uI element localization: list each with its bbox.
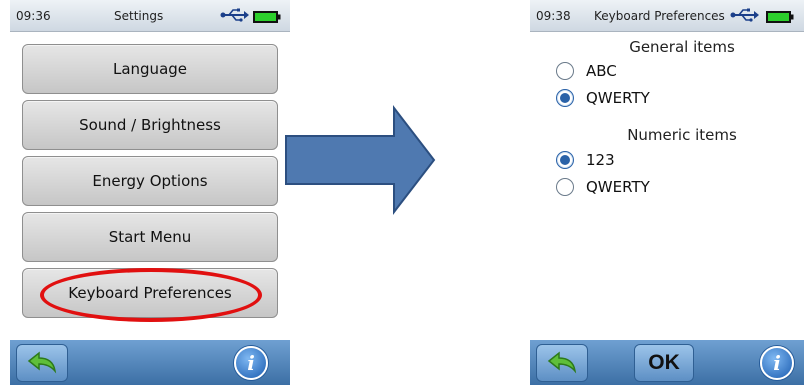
back-arrow-icon — [27, 351, 57, 374]
screen-title: Settings — [114, 9, 164, 23]
radio-label: 123 — [586, 151, 615, 169]
info-icon: i — [247, 351, 255, 375]
usb-icon — [220, 8, 249, 22]
radio-button[interactable] — [556, 62, 574, 80]
radio-button[interactable] — [556, 89, 574, 107]
back-button[interactable] — [16, 344, 68, 382]
radio-label: QWERTY — [586, 178, 650, 196]
radio-label: QWERTY — [586, 89, 650, 107]
ok-label: OK — [648, 351, 680, 374]
status-time: 09:38 — [536, 9, 571, 23]
radio-numeric-123[interactable]: 123 — [556, 149, 615, 171]
info-button[interactable]: i — [760, 346, 794, 380]
status-time: 09:36 — [16, 9, 51, 23]
radio-button[interactable] — [556, 151, 574, 169]
menu-button-label: Keyboard Preferences — [68, 284, 232, 302]
general-items-heading: General items — [629, 38, 735, 56]
menu-button-sound-brightness[interactable]: Sound / Brightness — [22, 100, 278, 150]
ok-button[interactable]: OK — [634, 344, 694, 382]
radio-general-qwerty[interactable]: QWERTY — [556, 87, 650, 109]
settings-screen: 09:36 Settings Language Sound / Brightne… — [10, 0, 290, 385]
radio-numeric-qwerty[interactable]: QWERTY — [556, 176, 650, 198]
radio-general-abc[interactable]: ABC — [556, 60, 617, 82]
menu-button-language[interactable]: Language — [22, 44, 278, 94]
bottom-toolbar: i — [10, 340, 290, 385]
menu-button-label: Sound / Brightness — [79, 116, 221, 134]
status-bar: 09:36 Settings — [10, 0, 290, 32]
menu-button-label: Start Menu — [108, 228, 192, 246]
menu-button-label: Language — [112, 60, 188, 78]
bottom-toolbar: OK i — [530, 340, 804, 385]
menu-button-keyboard-preferences[interactable]: Keyboard Preferences — [22, 268, 278, 318]
status-bar: 09:38 Keyboard Preferences — [530, 0, 804, 32]
info-button[interactable]: i — [234, 346, 268, 380]
back-arrow-icon — [547, 351, 577, 374]
menu-button-start-menu[interactable]: Start Menu — [22, 212, 278, 262]
right-arrow-icon — [285, 105, 436, 215]
menu-button-energy-options[interactable]: Energy Options — [22, 156, 278, 206]
radio-button[interactable] — [556, 178, 574, 196]
usb-icon — [730, 8, 759, 22]
battery-icon — [253, 11, 281, 23]
info-icon: i — [773, 351, 781, 375]
back-button[interactable] — [536, 344, 588, 382]
screen-title: Keyboard Preferences — [594, 9, 725, 23]
keyboard-preferences-screen: 09:38 Keyboard Preferences General items… — [530, 0, 804, 385]
radio-label: ABC — [586, 62, 617, 80]
battery-icon — [766, 11, 794, 23]
numeric-items-heading: Numeric items — [627, 126, 737, 144]
menu-button-label: Energy Options — [92, 172, 208, 190]
